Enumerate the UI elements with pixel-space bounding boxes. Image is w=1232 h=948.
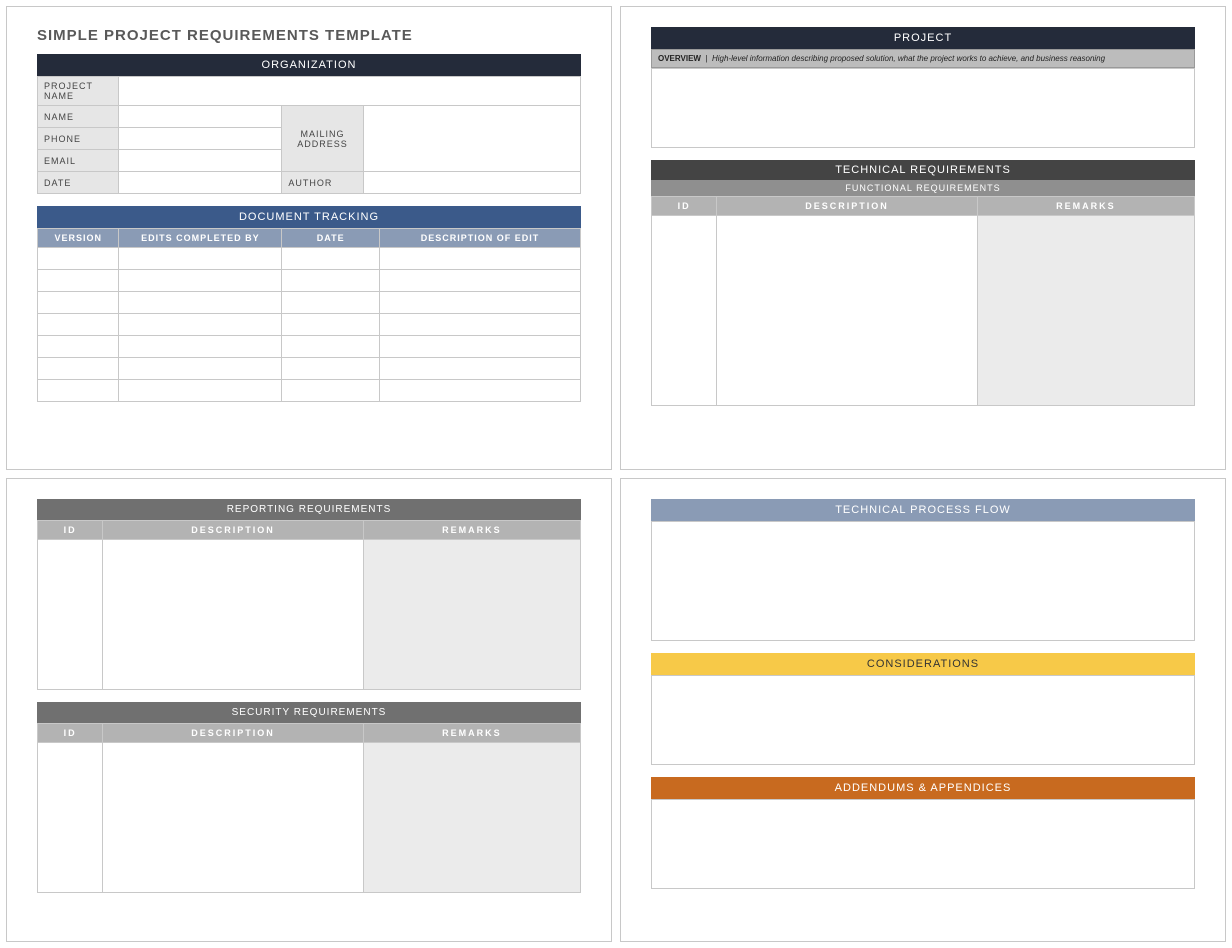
- doc-tracking-table: VERSION EDITS COMPLETED BY DATE DESCRIPT…: [37, 228, 581, 402]
- page-1: SIMPLE PROJECT REQUIREMENTS TEMPLATE ORG…: [6, 6, 612, 470]
- mailing-address-label: MAILING ADDRESS: [282, 106, 363, 172]
- col-version: VERSION: [38, 229, 119, 248]
- reporting-req-header: REPORTING REQUIREMENTS: [37, 499, 581, 520]
- overview-sep: |: [703, 54, 712, 63]
- project-name-label: PROJECT NAME: [38, 77, 119, 106]
- col-id: ID: [38, 521, 103, 540]
- author-value[interactable]: [363, 172, 580, 194]
- template-title: SIMPLE PROJECT REQUIREMENTS TEMPLATE: [37, 27, 581, 44]
- col-id: ID: [38, 724, 103, 743]
- considerations-header: CONSIDERATIONS: [651, 653, 1195, 675]
- table-row: [38, 380, 581, 402]
- table-row: [38, 743, 581, 893]
- col-description: DESCRIPTION: [103, 521, 364, 540]
- project-header: PROJECT: [651, 27, 1195, 49]
- name-label: NAME: [38, 106, 119, 128]
- table-row: [38, 270, 581, 292]
- email-value[interactable]: [119, 150, 282, 172]
- col-description: DESCRIPTION: [103, 724, 364, 743]
- name-value[interactable]: [119, 106, 282, 128]
- col-remarks: REMARKS: [363, 521, 580, 540]
- project-name-value[interactable]: [119, 77, 581, 106]
- col-edits-by: EDITS COMPLETED BY: [119, 229, 282, 248]
- table-row: [38, 540, 581, 690]
- col-description: DESCRIPTION OF EDIT: [380, 229, 581, 248]
- page-3: REPORTING REQUIREMENTS ID DESCRIPTION RE…: [6, 478, 612, 942]
- col-description: DESCRIPTION: [717, 197, 978, 216]
- organization-table: PROJECT NAME NAME MAILING ADDRESS PHONE …: [37, 76, 581, 194]
- overview-content[interactable]: [651, 68, 1195, 148]
- considerations-content[interactable]: [651, 675, 1195, 765]
- table-row: [652, 216, 1195, 406]
- table-row: [38, 248, 581, 270]
- reporting-req-table: ID DESCRIPTION REMARKS: [37, 520, 581, 690]
- author-label: AUTHOR: [282, 172, 363, 194]
- overview-label: OVERVIEW: [658, 54, 701, 63]
- phone-label: PHONE: [38, 128, 119, 150]
- date-value[interactable]: [119, 172, 282, 194]
- col-remarks: REMARKS: [363, 724, 580, 743]
- security-req-table: ID DESCRIPTION REMARKS: [37, 723, 581, 893]
- security-req-header: SECURITY REQUIREMENTS: [37, 702, 581, 723]
- date-label: DATE: [38, 172, 119, 194]
- table-row: [38, 314, 581, 336]
- page-4: TECHNICAL PROCESS FLOW CONSIDERATIONS AD…: [620, 478, 1226, 942]
- col-date: DATE: [282, 229, 380, 248]
- table-row: [38, 336, 581, 358]
- col-id: ID: [652, 197, 717, 216]
- mailing-address-value[interactable]: [363, 106, 580, 172]
- organization-header: ORGANIZATION: [37, 54, 581, 76]
- functional-req-table: ID DESCRIPTION REMARKS: [651, 196, 1195, 406]
- col-remarks: REMARKS: [977, 197, 1194, 216]
- doc-tracking-header: DOCUMENT TRACKING: [37, 206, 581, 228]
- addendums-content[interactable]: [651, 799, 1195, 889]
- phone-value[interactable]: [119, 128, 282, 150]
- functional-req-header: FUNCTIONAL REQUIREMENTS: [651, 180, 1195, 196]
- tech-process-flow-content[interactable]: [651, 521, 1195, 641]
- tech-process-flow-header: TECHNICAL PROCESS FLOW: [651, 499, 1195, 521]
- addendums-header: ADDENDUMS & APPENDICES: [651, 777, 1195, 799]
- table-row: [38, 292, 581, 314]
- overview-bar: OVERVIEW | High-level information descri…: [651, 49, 1195, 68]
- tech-req-header: TECHNICAL REQUIREMENTS: [651, 160, 1195, 180]
- overview-desc: High-level information describing propos…: [712, 54, 1105, 63]
- table-row: [38, 358, 581, 380]
- email-label: EMAIL: [38, 150, 119, 172]
- page-2: PROJECT OVERVIEW | High-level informatio…: [620, 6, 1226, 470]
